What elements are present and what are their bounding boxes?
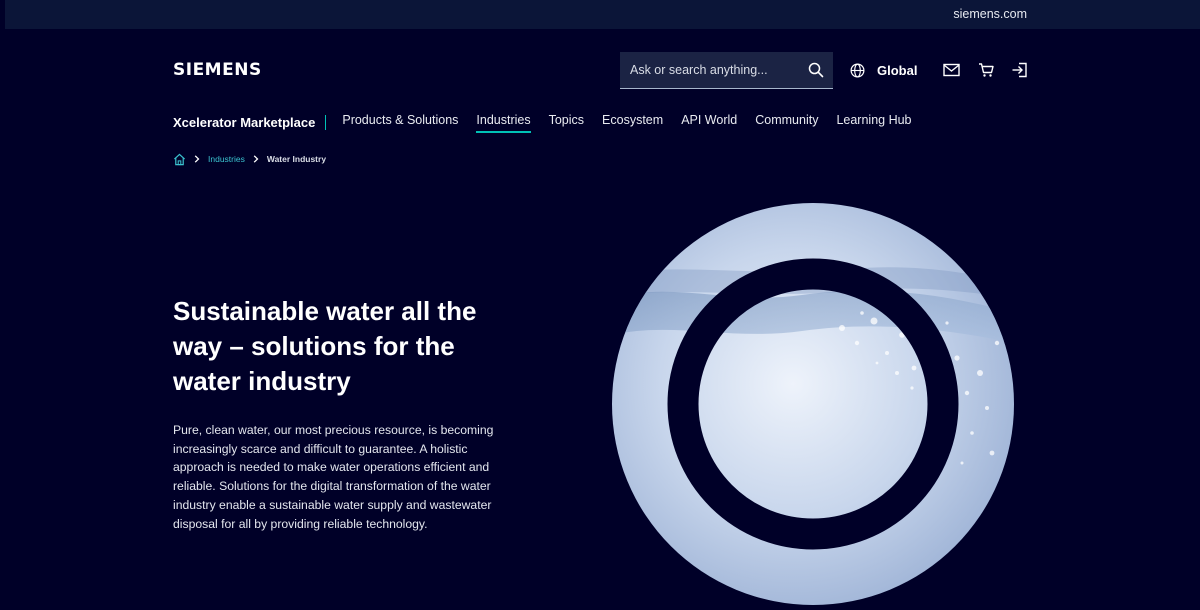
mail-icon[interactable]: [943, 62, 960, 78]
nav-item-community[interactable]: Community: [755, 111, 818, 133]
chevron-right-icon: [194, 155, 200, 163]
search-icon[interactable]: [808, 62, 824, 78]
search-input[interactable]: [620, 52, 800, 88]
nav-item-topics[interactable]: Topics: [549, 111, 584, 133]
region-label: Global: [877, 62, 918, 78]
cart-icon[interactable]: [978, 62, 995, 78]
main-navigation: Xcelerator Marketplace Products & Soluti…: [173, 111, 912, 133]
hero-title: Sustainable water all the way – solution…: [173, 296, 477, 396]
siemens-com-link[interactable]: siemens.com: [953, 7, 1027, 21]
nav-brand-xcelerator[interactable]: Xcelerator Marketplace: [173, 114, 327, 130]
nav-item-learning-hub[interactable]: Learning Hub: [836, 111, 911, 133]
breadcrumb-water-industry: Water Industry: [266, 154, 327, 164]
nav-item-api-world[interactable]: API World: [681, 111, 737, 133]
top-utility-bar: siemens.com: [5, 0, 1200, 29]
login-icon[interactable]: [1011, 62, 1028, 78]
nav-item-ecosystem[interactable]: Ecosystem: [602, 111, 663, 133]
home-icon[interactable]: [173, 153, 186, 166]
search-box: [620, 52, 833, 89]
chevron-right-icon: [253, 155, 259, 163]
breadcrumb: Industries Water Industry: [173, 152, 326, 166]
region-selector[interactable]: Global: [850, 62, 917, 78]
siemens-logo[interactable]: SIEMENS: [173, 60, 262, 80]
nav-item-products-solutions[interactable]: Products & Solutions: [342, 111, 458, 133]
nav-item-industries[interactable]: Industries: [476, 111, 531, 133]
globe-icon: [850, 63, 865, 78]
water-ring-image: [612, 203, 1014, 605]
breadcrumb-industries[interactable]: Industries: [208, 154, 245, 164]
hero-description: Pure, clean water, our most precious res…: [173, 423, 494, 531]
